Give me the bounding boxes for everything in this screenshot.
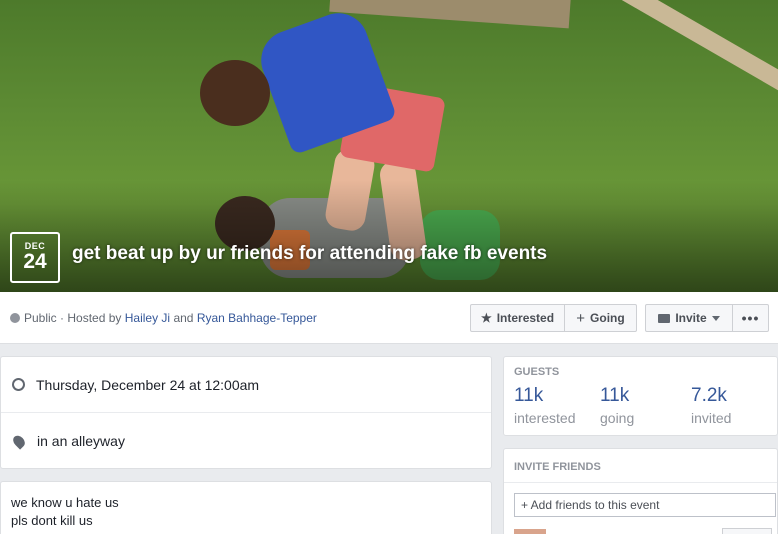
description-line: we know u hate us: [11, 495, 119, 510]
invite-friends-title: INVITE FRIENDS: [514, 461, 601, 473]
invite-friends-card: INVITE FRIENDS + Add friends to this eve…: [503, 448, 778, 534]
clock-icon: [12, 378, 25, 391]
more-icon: •••: [741, 310, 760, 326]
event-datetime-row[interactable]: Thursday, December 24 at 12:00am: [1, 357, 491, 413]
event-datetime: Thursday, December 24 at 12:00am: [36, 376, 260, 393]
hosted-by-label: Hosted by: [67, 311, 122, 325]
invite-friend-button[interactable]: [722, 528, 772, 534]
guests-interested-stat[interactable]: 11k interested: [514, 385, 575, 426]
globe-icon: [10, 313, 20, 323]
more-options-button[interactable]: •••: [732, 304, 769, 332]
event-hosts: Public · Hosted by Hailey Ji and Ryan Ba…: [10, 311, 317, 325]
event-day: 24: [23, 250, 47, 273]
interested-button[interactable]: ★ Interested: [470, 304, 565, 332]
cover-gradient: [0, 180, 778, 292]
privacy-label: Public: [24, 311, 57, 325]
going-button-label: Going: [590, 311, 625, 325]
event-description-card: we know u hate us pls dont kill us: [0, 481, 492, 534]
guests-card: GUESTS 11k interested 11k going 7.2k inv…: [503, 356, 778, 436]
guests-title: GUESTS: [514, 366, 560, 378]
and-label: and: [173, 311, 194, 325]
cover-photo[interactable]: DEC 24 get beat up by ur friends for att…: [0, 0, 778, 292]
star-icon: ★: [480, 311, 492, 325]
cover-figure: [200, 60, 270, 126]
event-location: in an alleyway: [37, 433, 125, 449]
invite-button-label: Invite: [675, 311, 707, 325]
event-date-badge: DEC 24: [10, 232, 60, 283]
event-location-row[interactable]: in an alleyway: [1, 413, 491, 469]
friend-avatar: [514, 529, 546, 534]
mail-icon: [658, 313, 671, 323]
interested-label: interested: [514, 410, 576, 426]
invite-button[interactable]: Invite: [645, 304, 733, 332]
plus-icon: +: [576, 309, 586, 327]
invited-label: invited: [691, 410, 732, 426]
guests-going-stat[interactable]: 11k going: [600, 385, 634, 426]
cover-plank: [329, 0, 571, 29]
divider: [504, 482, 777, 483]
guests-invited-stat[interactable]: 7.2k invited: [691, 385, 731, 426]
add-friends-input[interactable]: + Add friends to this event: [514, 493, 776, 517]
interested-button-label: Interested: [496, 311, 555, 325]
event-title: get beat up by ur friends for attending …: [72, 243, 548, 264]
going-button[interactable]: + Going: [564, 304, 637, 332]
host-link-1[interactable]: Hailey Ji: [125, 311, 170, 325]
going-count: 11k: [600, 385, 630, 406]
pin-icon: [10, 432, 28, 450]
cover-plank: [572, 0, 778, 102]
interested-count: 11k: [514, 385, 544, 406]
caret-down-icon: [711, 315, 720, 321]
invited-count: 7.2k: [691, 385, 727, 406]
going-label: going: [600, 410, 635, 426]
host-link-2[interactable]: Ryan Bahhage-Tepper: [197, 311, 317, 325]
event-action-bar: Public · Hosted by Hailey Ji and Ryan Ba…: [0, 292, 778, 344]
event-details-card: Thursday, December 24 at 12:00am in an a…: [0, 356, 492, 469]
description-line: pls dont kill us: [11, 513, 93, 528]
